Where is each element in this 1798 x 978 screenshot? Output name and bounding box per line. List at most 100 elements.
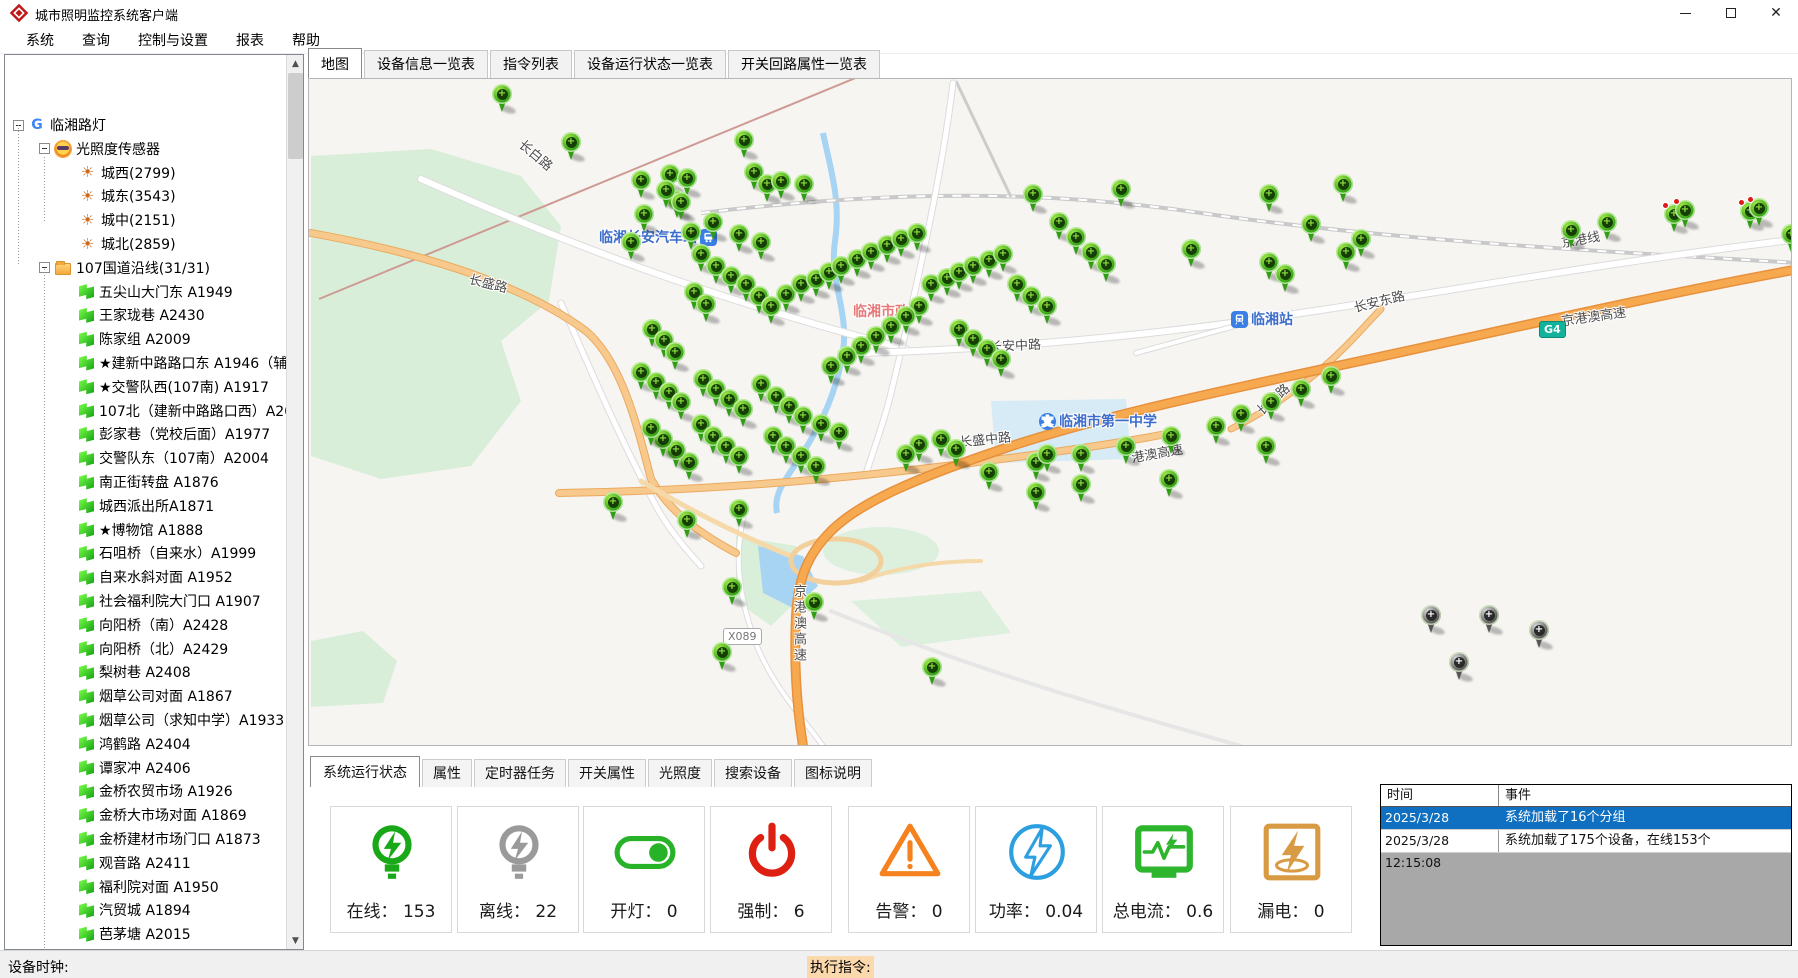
map-pin[interactable]: + bbox=[711, 642, 733, 672]
menu-item-1[interactable]: 查询 bbox=[68, 26, 124, 54]
map-pin[interactable]: + bbox=[992, 244, 1014, 274]
tree-device-5[interactable]: 107北（建新中路路口西）A2014 bbox=[79, 400, 286, 422]
map-pin[interactable]: + bbox=[630, 170, 652, 200]
map-pin[interactable]: + bbox=[560, 132, 582, 162]
map-pin[interactable]: + bbox=[491, 84, 513, 114]
event-log-col-event[interactable]: 事件 bbox=[1499, 785, 1791, 806]
map-pin[interactable]: + bbox=[1115, 436, 1137, 466]
collapse-icon[interactable] bbox=[39, 143, 50, 154]
minimize-button[interactable] bbox=[1662, 0, 1708, 26]
scrollbar-thumb[interactable] bbox=[288, 73, 303, 159]
tree-device-27[interactable]: 芭茅塘 A2015 bbox=[79, 923, 191, 945]
map-pin[interactable]: + bbox=[770, 171, 792, 201]
tree-device-18[interactable]: 烟草公司（求知中学）A1933 bbox=[79, 709, 284, 731]
tree-device-26[interactable]: 汽贸城 A1894 bbox=[79, 899, 191, 921]
map-pin[interactable]: + bbox=[1596, 212, 1618, 242]
map-pin[interactable]: + bbox=[1274, 264, 1296, 294]
event-row-1[interactable]: 2025/3/28 12:15:08系统加载了175个设备，在线153个 bbox=[1381, 830, 1791, 853]
map-pin[interactable]: + bbox=[1748, 198, 1770, 228]
tree-device-3[interactable]: ★建新中路路口东 A1946（辅道灯） bbox=[79, 352, 286, 374]
tree-device-24[interactable]: 观音路 A2411 bbox=[79, 852, 191, 874]
map-pin[interactable]: + bbox=[1025, 482, 1047, 512]
map-pin[interactable]: + bbox=[820, 356, 842, 386]
map-pin[interactable]: + bbox=[945, 439, 967, 469]
map-pin[interactable]: + bbox=[1420, 605, 1442, 635]
tree-device-15[interactable]: 向阳桥（北）A2429 bbox=[79, 638, 228, 660]
map-pin[interactable]: + bbox=[676, 510, 698, 540]
tree-device-9[interactable]: 城西派出所A1871 bbox=[79, 495, 214, 517]
map-pin[interactable]: + bbox=[670, 392, 692, 422]
tree-device-7[interactable]: 交警队东（107南）A2004 bbox=[79, 447, 269, 469]
map-pin[interactable]: + bbox=[695, 294, 717, 324]
tree-sensor-0[interactable]: ☀城西(2799) bbox=[79, 162, 176, 184]
map-pin[interactable]: + bbox=[1205, 416, 1227, 446]
map-pin[interactable]: + bbox=[1260, 392, 1282, 422]
map-pin[interactable]: + bbox=[620, 232, 642, 262]
map-pin[interactable]: + bbox=[733, 130, 755, 160]
tree-sensor-2[interactable]: ☀城中(2151) bbox=[79, 209, 176, 231]
tree-sensor-group[interactable]: 光照度传感器 bbox=[39, 138, 160, 160]
map-pin[interactable]: + bbox=[978, 462, 1000, 492]
map-pin[interactable]: + bbox=[1332, 174, 1354, 204]
map-pin[interactable]: + bbox=[670, 192, 692, 222]
close-button[interactable]: ✕ bbox=[1754, 0, 1798, 26]
map-pin[interactable]: + bbox=[728, 446, 750, 476]
tree-device-1[interactable]: 王家珑巷 A2430 bbox=[79, 304, 205, 326]
menu-item-2[interactable]: 控制与设置 bbox=[124, 26, 222, 54]
map-pin[interactable]: + bbox=[640, 418, 662, 448]
map-pin[interactable]: + bbox=[1110, 179, 1132, 209]
map-pin[interactable]: + bbox=[1674, 200, 1696, 230]
bottom-tab-4[interactable]: 光照度 bbox=[648, 759, 712, 787]
map-panel[interactable]: 长盛路长白路长安中路长安东路长盛中路港澳高速长盛路京港澳高速京港线京港澳高速G4… bbox=[308, 78, 1792, 746]
tab-设备信息一览表[interactable]: 设备信息一览表 bbox=[364, 50, 488, 78]
map-pin[interactable]: + bbox=[721, 577, 743, 607]
scroll-up-icon[interactable]: ▲ bbox=[287, 55, 304, 72]
bottom-tab-5[interactable]: 搜索设备 bbox=[714, 759, 792, 787]
map-pin[interactable]: + bbox=[1255, 436, 1277, 466]
tree-device-28[interactable]: 五里派出所（富源汽配）A1874 bbox=[79, 947, 286, 949]
map-pin[interactable]: + bbox=[633, 204, 655, 234]
map-pin[interactable]: + bbox=[1022, 184, 1044, 214]
map-pin[interactable]: + bbox=[728, 499, 750, 529]
tree-scrollbar[interactable]: ▲ ▼ bbox=[286, 55, 303, 949]
map-pin[interactable]: + bbox=[1160, 426, 1182, 456]
map-pin[interactable]: + bbox=[728, 224, 750, 254]
event-log-col-time[interactable]: 时间 bbox=[1381, 785, 1499, 806]
map-pin[interactable]: + bbox=[750, 232, 772, 262]
map-pin[interactable]: + bbox=[895, 444, 917, 474]
map-pin[interactable]: + bbox=[1230, 404, 1252, 434]
tree-sensor-3[interactable]: ☀城北(2859) bbox=[79, 233, 176, 255]
tree-device-19[interactable]: 鸿鹤路 A2404 bbox=[79, 733, 191, 755]
map-pin[interactable]: + bbox=[828, 422, 850, 452]
map-pin[interactable]: + bbox=[805, 456, 827, 486]
map-pin[interactable]: + bbox=[1070, 474, 1092, 504]
map-pin[interactable]: + bbox=[1036, 444, 1058, 474]
tab-指令列表[interactable]: 指令列表 bbox=[490, 50, 572, 78]
map-pin[interactable]: + bbox=[921, 657, 943, 687]
tree-device-21[interactable]: 金桥农贸市场 A1926 bbox=[79, 780, 233, 802]
map-pin[interactable]: + bbox=[1320, 366, 1342, 396]
tree-device-10[interactable]: ★博物馆 A1888 bbox=[79, 519, 203, 541]
map-pin[interactable]: + bbox=[664, 342, 686, 372]
map-pin[interactable]: + bbox=[1158, 469, 1180, 499]
tab-地图[interactable]: 地图 bbox=[308, 48, 362, 78]
map-pin[interactable]: + bbox=[1300, 214, 1322, 244]
tree-device-17[interactable]: 烟草公司对面 A1867 bbox=[79, 685, 233, 707]
map-pin[interactable]: + bbox=[1258, 184, 1280, 214]
tree-device-14[interactable]: 向阳桥（南）A2428 bbox=[79, 614, 228, 636]
event-row-0[interactable]: 2025/3/28 12:15:08系统加载了16个分组 bbox=[1381, 807, 1791, 830]
scroll-down-icon[interactable]: ▼ bbox=[287, 932, 304, 949]
bottom-tab-3[interactable]: 开关属性 bbox=[568, 759, 646, 787]
map-pin[interactable]: + bbox=[803, 592, 825, 622]
map-pin[interactable]: + bbox=[906, 223, 928, 253]
tree-device-22[interactable]: 金桥大市场对面 A1869 bbox=[79, 804, 247, 826]
map-pin[interactable]: + bbox=[1448, 652, 1470, 682]
tree-device-23[interactable]: 金桥建材市场门口 A1873 bbox=[79, 828, 261, 850]
bottom-tab-2[interactable]: 定时器任务 bbox=[474, 759, 566, 787]
map-pin[interactable]: + bbox=[1095, 254, 1117, 284]
tree-sensor-1[interactable]: ☀城东(3543) bbox=[79, 185, 176, 207]
menu-item-3[interactable]: 报表 bbox=[222, 26, 278, 54]
bottom-tab-0[interactable]: 系统运行状态 bbox=[310, 756, 420, 787]
map-pin[interactable]: + bbox=[1528, 620, 1550, 650]
map-pin[interactable]: + bbox=[990, 349, 1012, 379]
